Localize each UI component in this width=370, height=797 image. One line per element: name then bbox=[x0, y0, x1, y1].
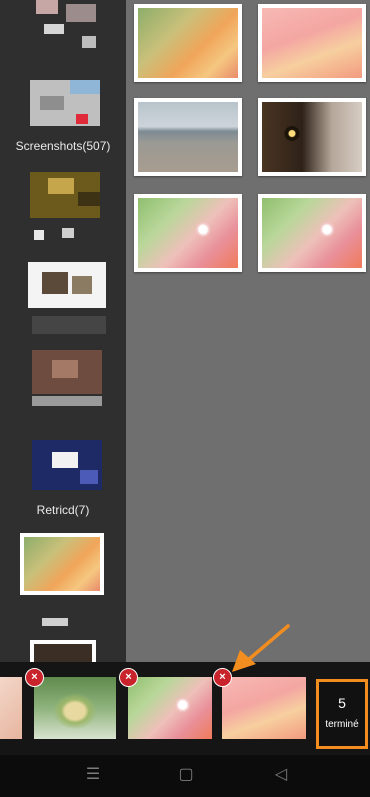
photo-image bbox=[262, 102, 362, 172]
photo-image bbox=[138, 8, 238, 78]
album-cover bbox=[32, 396, 102, 406]
album-item[interactable] bbox=[28, 262, 106, 308]
back-icon[interactable]: ◁ bbox=[266, 763, 296, 787]
album-cover bbox=[24, 537, 100, 591]
album-item-selected[interactable] bbox=[20, 533, 104, 595]
done-label: terminé bbox=[325, 719, 359, 730]
photo-thumbnail[interactable] bbox=[258, 4, 366, 82]
photo-thumbnail[interactable] bbox=[134, 98, 242, 176]
album-screenshots[interactable] bbox=[30, 80, 100, 126]
photo-image bbox=[0, 677, 22, 739]
photo-image bbox=[262, 198, 362, 268]
menu-icon[interactable]: ☰ bbox=[78, 763, 108, 787]
photo-thumbnail[interactable] bbox=[258, 194, 366, 272]
album-cover bbox=[42, 272, 68, 294]
album-cover bbox=[44, 24, 64, 34]
album-cover bbox=[70, 80, 100, 94]
photo-thumbnail[interactable] bbox=[134, 194, 242, 272]
remove-selection-icon[interactable]: × bbox=[25, 668, 44, 687]
selected-photo[interactable]: × bbox=[25, 668, 116, 739]
album-cover bbox=[42, 618, 68, 626]
album-cover bbox=[66, 4, 96, 22]
selection-tray: × × × 5 terminé bbox=[0, 662, 370, 755]
home-icon[interactable]: ▢ bbox=[171, 763, 201, 787]
album-cover bbox=[34, 644, 92, 662]
photo-image bbox=[222, 677, 306, 739]
photo-grid bbox=[126, 0, 370, 662]
album-cover bbox=[36, 0, 58, 14]
album-item[interactable] bbox=[26, 0, 100, 62]
album-cover bbox=[72, 276, 92, 294]
album-cover bbox=[52, 360, 78, 378]
photo-image bbox=[262, 8, 362, 78]
album-cover bbox=[76, 114, 88, 124]
annotation-arrow-icon bbox=[232, 624, 290, 672]
photo-image bbox=[34, 677, 116, 739]
selected-photo[interactable] bbox=[0, 677, 22, 739]
album-item[interactable] bbox=[32, 350, 102, 394]
photo-thumbnail[interactable] bbox=[134, 4, 242, 82]
album-cover bbox=[78, 192, 100, 206]
album-cover bbox=[62, 228, 74, 238]
album-retricd[interactable] bbox=[32, 440, 102, 490]
album-cover bbox=[34, 230, 44, 240]
album-item[interactable] bbox=[30, 172, 100, 218]
photo-image bbox=[138, 102, 238, 172]
selected-count: 5 bbox=[338, 695, 346, 711]
album-cover bbox=[82, 36, 96, 48]
selected-photo[interactable]: × bbox=[119, 668, 212, 739]
album-cover bbox=[52, 452, 78, 468]
system-nav-bar: ☰ ▢ ◁ bbox=[0, 755, 370, 797]
album-label-screenshots: Screenshots(507) bbox=[15, 139, 111, 153]
photo-image bbox=[128, 677, 212, 739]
photo-image bbox=[138, 198, 238, 268]
album-sidebar[interactable]: Screenshots(507) Retricd(7) bbox=[0, 0, 126, 662]
album-cover bbox=[80, 470, 98, 484]
selected-photo[interactable]: × bbox=[213, 668, 306, 739]
album-cover bbox=[48, 178, 74, 194]
album-label-retricd: Retricd(7) bbox=[36, 503, 90, 517]
photo-thumbnail[interactable] bbox=[258, 98, 366, 176]
done-button[interactable]: 5 terminé bbox=[316, 679, 368, 749]
remove-selection-icon[interactable]: × bbox=[119, 668, 138, 687]
album-cover bbox=[40, 96, 64, 110]
album-item[interactable] bbox=[30, 640, 96, 662]
album-cover bbox=[32, 316, 106, 334]
